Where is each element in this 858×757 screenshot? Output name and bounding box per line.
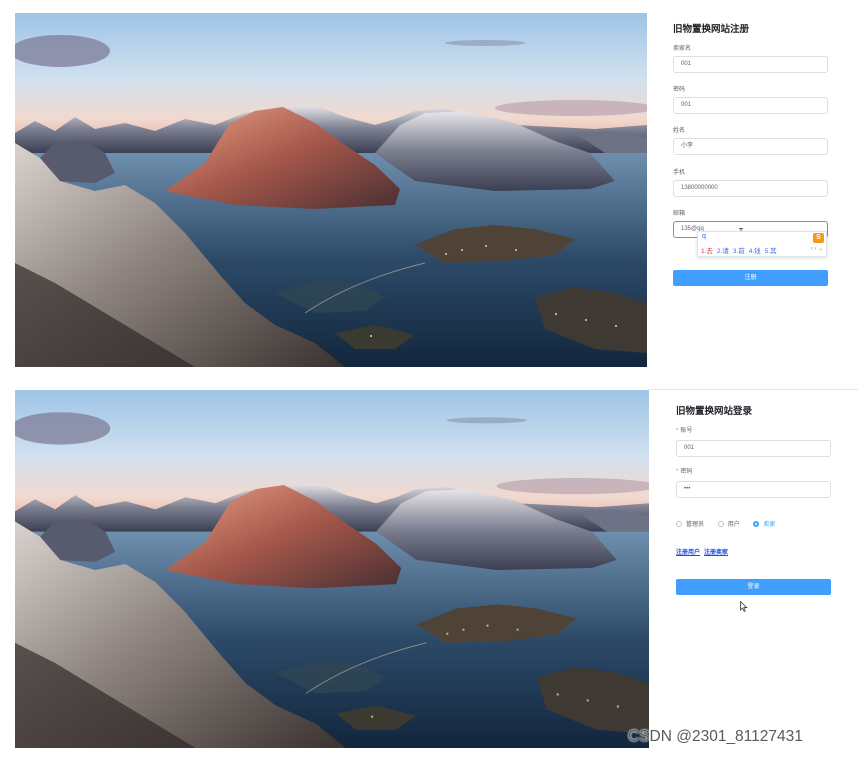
- register-seller-link[interactable]: 注册卖家: [704, 550, 728, 556]
- login-screen: 旧物置换网站登录 * 账号 001 * 密码 ••• 管理员 用户 卖家 注册用户注…: [0, 390, 858, 757]
- register-user-link[interactable]: 注册用户: [676, 550, 700, 556]
- required-mark: *: [676, 469, 679, 475]
- seller-name-input[interactable]: 001: [673, 56, 828, 73]
- radio-checked-icon: [753, 521, 760, 528]
- login-button[interactable]: 登录: [676, 579, 831, 595]
- field-label-password: 密码: [673, 87, 686, 93]
- mouse-pointer-icon: [740, 601, 748, 612]
- landscape-photo: [15, 13, 647, 367]
- register-screen: 旧物置换网站注册 卖家名 001 密码 001 姓名 小李 手机 1380000…: [0, 0, 858, 378]
- role-radio-admin[interactable]: 管理员: [676, 519, 704, 528]
- ime-nav-arrows-icon[interactable]: ‹ › ⌄: [811, 245, 823, 252]
- field-label-seller-name: 卖家名: [673, 46, 692, 52]
- ime-candidate-popup: q S 1.去 2.请 3.前 4.钱 5.其 ‹ › ⌄: [697, 231, 827, 257]
- page-title: 旧物置换网站注册: [673, 24, 750, 35]
- register-form: 旧物置换网站注册 卖家名 001 密码 001 姓名 小李 手机 1380000…: [673, 22, 829, 286]
- role-radio-user[interactable]: 用户: [717, 519, 740, 528]
- phone-input[interactable]: 13800000000: [673, 180, 828, 197]
- field-label-account: * 账号: [676, 428, 693, 434]
- landscape-photo: [15, 390, 649, 748]
- radio-circle-icon: [717, 521, 724, 528]
- name-input[interactable]: 小李: [673, 138, 828, 155]
- account-input[interactable]: 001: [676, 440, 831, 457]
- field-label-password: * 密码: [676, 469, 693, 475]
- csdn-watermark: CSDN @2301_81127431: [628, 728, 803, 745]
- required-mark: *: [676, 428, 679, 434]
- role-radio-group: 管理员 用户 卖家: [676, 519, 787, 529]
- field-label-email: 邮箱: [673, 211, 686, 217]
- field-label-name: 姓名: [673, 128, 686, 134]
- ime-candidate[interactable]: 1.去: [701, 248, 713, 255]
- ime-candidate[interactable]: 3.前: [733, 248, 745, 255]
- ime-candidate[interactable]: 5.其: [765, 248, 777, 255]
- role-radio-seller[interactable]: 卖家: [753, 519, 775, 528]
- radio-circle-icon: [676, 521, 682, 528]
- password-input[interactable]: 001: [673, 97, 828, 114]
- field-label-phone: 手机: [673, 170, 686, 176]
- ime-candidate[interactable]: 4.钱: [749, 248, 761, 255]
- ime-candidate[interactable]: 2.请: [717, 248, 729, 255]
- sogou-ime-logo-icon: S: [813, 233, 824, 243]
- register-button[interactable]: 注册: [673, 270, 828, 286]
- ime-composition: q: [702, 233, 706, 240]
- page-title: 旧物置换网站登录: [676, 406, 753, 417]
- login-form: 旧物置换网站登录 * 账号 001 * 密码 ••• 管理员 用户 卖家 注册用户注…: [676, 404, 832, 595]
- password-input[interactable]: •••: [676, 481, 831, 498]
- register-links: 注册用户 注册卖家: [676, 547, 732, 556]
